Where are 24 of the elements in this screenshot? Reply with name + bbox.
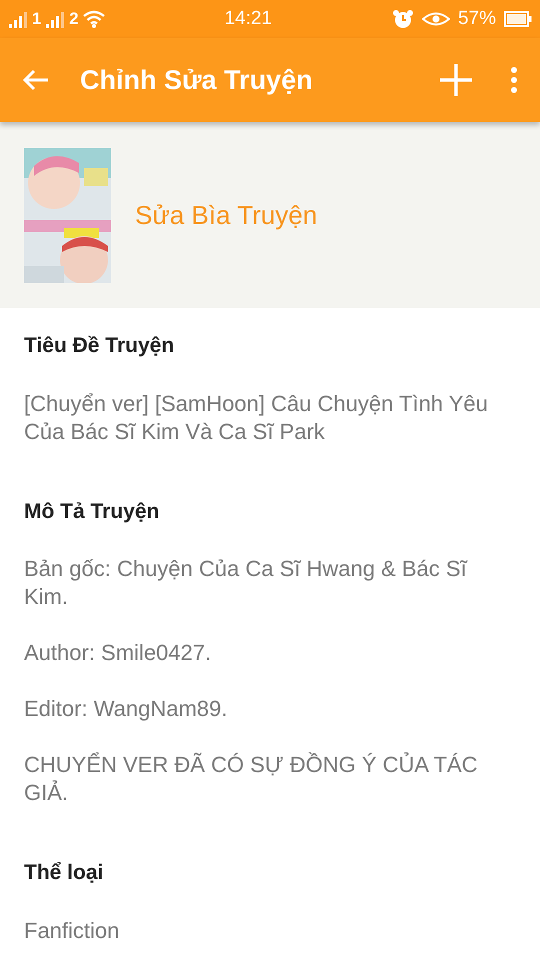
field-label: Mô Tả Truyện xyxy=(24,498,160,524)
more-options-icon[interactable] xyxy=(510,66,518,94)
screen-title: Chỉnh Sửa Truyện xyxy=(80,64,314,97)
field-value: Author: Smile0427. xyxy=(24,639,212,667)
eye-icon xyxy=(422,11,450,27)
field-value: CHUYỂN VER ĐÃ CÓ SỰ ĐỒNG Ý CỦA TÁC GIẢ. xyxy=(24,751,479,807)
field-value: Editor: WangNam89. xyxy=(24,695,228,723)
add-icon[interactable] xyxy=(438,62,474,98)
signal-icon xyxy=(8,10,28,28)
field-value: [Chuyển ver] [SamHoon] Câu Chuyện Tình Yêu Của Bác Sĩ Kim Và Ca Sĩ Park xyxy=(24,390,489,446)
status-time: 14:21 xyxy=(224,6,272,31)
field-label: Thể loại xyxy=(24,860,104,886)
battery-icon xyxy=(504,10,532,28)
wifi-icon xyxy=(82,10,104,28)
back-arrow-icon[interactable] xyxy=(22,68,50,92)
battery-percent: 57% xyxy=(458,6,496,31)
field-label: Tiêu Đề Truyện xyxy=(24,333,176,359)
signal-icon xyxy=(45,10,66,28)
edit-cover-link[interactable]: Sửa Bìa Truyện xyxy=(135,196,318,234)
field-value: Bản gốc: Chuyện Của Ca Sĩ Hwang & Bác Sĩ Kim. xyxy=(24,555,468,611)
sim-label: 1 xyxy=(32,8,42,30)
field-value: Fanfiction xyxy=(24,916,120,944)
sim-label: 2 xyxy=(69,8,78,30)
alarm-icon xyxy=(392,9,414,29)
